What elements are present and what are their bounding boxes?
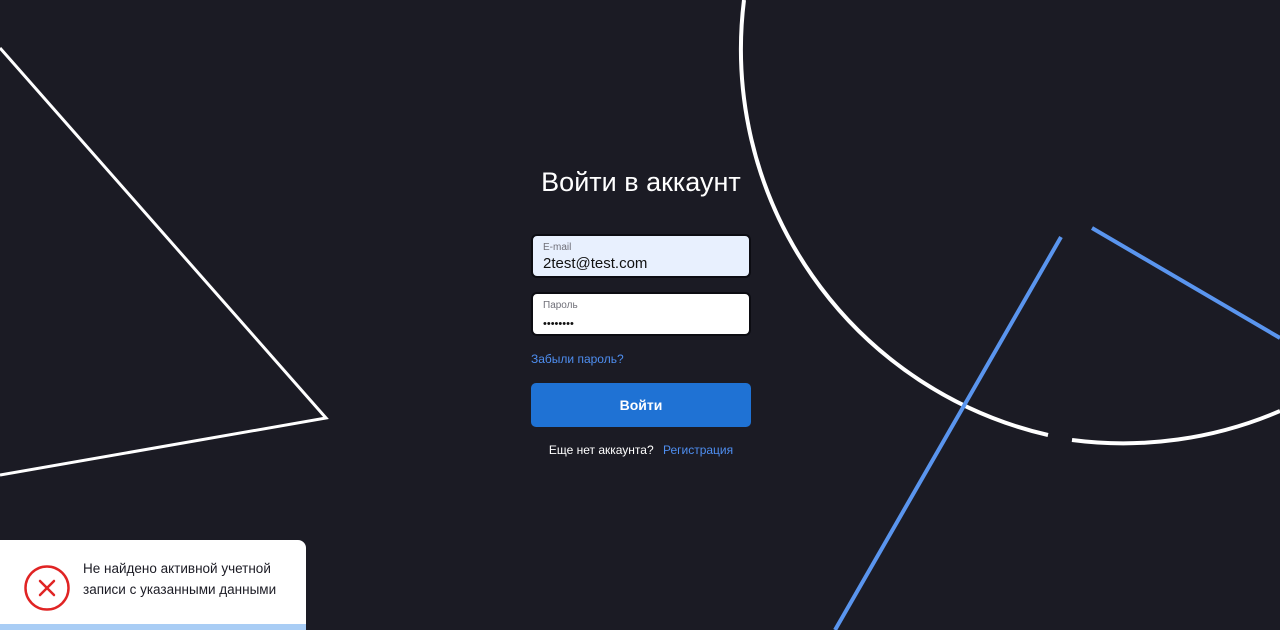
signup-row: Еще нет аккаунта? Регистрация: [0, 442, 1280, 458]
password-label: Пароль: [543, 300, 578, 311]
decor-circle-arc: [738, 0, 1049, 437]
toast-progress-bar: [0, 624, 306, 630]
email-input[interactable]: [543, 255, 739, 273]
password-input[interactable]: [543, 315, 739, 333]
error-toast[interactable]: Не найдено активной учетной записи с ука…: [0, 540, 306, 630]
error-x-circle-icon: [24, 565, 70, 611]
decor-circle-arc-right: [1071, 409, 1280, 446]
login-page: Войти в аккаунт E-mail Пароль Забыли пар…: [0, 0, 1280, 630]
login-button[interactable]: Войти: [531, 383, 751, 427]
email-label: E-mail: [543, 242, 572, 253]
page-title: Войти в аккаунт: [541, 167, 741, 197]
no-account-text: Еще нет аккаунта?: [548, 443, 654, 457]
decor-blue-line-diagonal: [833, 236, 1063, 630]
forgot-password-link[interactable]: Забыли пароль?: [531, 351, 624, 367]
decor-triangle: [0, 47, 329, 477]
register-link[interactable]: Регистрация: [663, 443, 733, 457]
email-field[interactable]: E-mail: [531, 234, 751, 278]
decor-blue-line-right: [1090, 226, 1280, 340]
toast-message: Не найдено активной учетной записи с ука…: [83, 561, 277, 597]
password-field[interactable]: Пароль: [531, 292, 751, 336]
